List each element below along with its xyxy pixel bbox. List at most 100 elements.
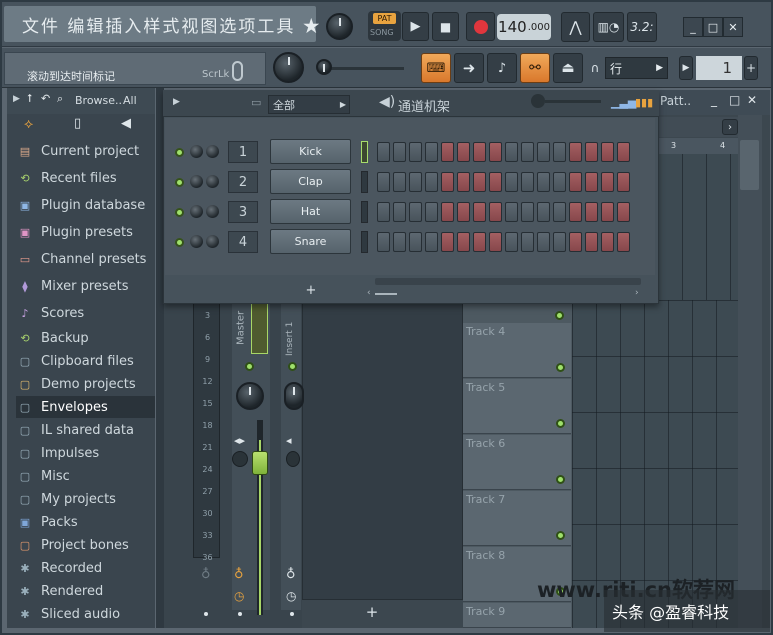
master-pan-knob[interactable]	[236, 382, 264, 410]
playlist-track-header[interactable]: Track 9	[463, 603, 571, 628]
loop-record-button[interactable]: ⚯	[520, 53, 550, 83]
step-button[interactable]	[473, 202, 486, 222]
browser-item-plugin-presets[interactable]: ▣ Plugin presets	[16, 221, 155, 243]
browser-item-clipboard-files[interactable]: ▢ Clipboard files	[16, 350, 155, 372]
step-button[interactable]	[393, 142, 406, 162]
graph-icon[interactable]: ▁▃▅	[611, 96, 636, 109]
insert-route-dot[interactable]	[290, 612, 294, 616]
playlist-scroll-right[interactable]: ›	[722, 119, 738, 135]
step-button[interactable]	[441, 172, 454, 192]
clock-icon[interactable]: ◷	[234, 589, 244, 603]
channel-mixer-track[interactable]: 4	[228, 231, 258, 253]
browser-item-backup[interactable]: ⟲ Backup	[16, 327, 155, 349]
step-button[interactable]	[505, 172, 518, 192]
step-button[interactable]	[489, 172, 502, 192]
channel-mute-led[interactable]	[175, 238, 184, 247]
master-active-led[interactable]	[245, 362, 254, 371]
browser-item-misc[interactable]: ▢ Misc	[16, 465, 155, 487]
channel-pan-knob[interactable]	[190, 175, 203, 188]
step-button[interactable]	[537, 172, 550, 192]
swing-knob[interactable]	[531, 94, 545, 108]
channel-select-indicator[interactable]	[361, 141, 368, 163]
step-button[interactable]	[601, 142, 614, 162]
insert-clock-icon[interactable]: ◷	[286, 589, 296, 603]
step-button[interactable]	[425, 142, 438, 162]
arrow-up-icon[interactable]: ⭡	[27, 92, 32, 106]
step-button[interactable]	[377, 202, 390, 222]
browser-item-project-bones[interactable]: ▢ Project bones	[16, 534, 155, 556]
step-button[interactable]	[409, 172, 422, 192]
channel-mute-led[interactable]	[175, 208, 184, 217]
step-button[interactable]	[585, 202, 598, 222]
step-button[interactable]	[569, 172, 582, 192]
step-button[interactable]	[505, 202, 518, 222]
browser-item-rendered[interactable]: ✱ Rendered	[16, 580, 155, 602]
step-button[interactable]	[457, 172, 470, 192]
typing-keyboard-button[interactable]: ⌨	[421, 53, 451, 83]
step-button[interactable]	[521, 232, 534, 252]
step-button[interactable]	[585, 172, 598, 192]
master-pitch-knob[interactable]	[273, 52, 304, 83]
browser-item-mixer-presets[interactable]: ⧫ Mixer presets	[16, 275, 155, 297]
scroll-lock-label[interactable]: ScrLk	[202, 69, 229, 80]
channel-mute-led[interactable]	[175, 178, 184, 187]
step-button[interactable]	[537, 202, 550, 222]
master-stereo-knob[interactable]	[232, 451, 248, 467]
step-button[interactable]	[537, 232, 550, 252]
play-button[interactable]: ▶	[402, 12, 429, 41]
browser-item-impulses[interactable]: ▢ Impulses	[16, 442, 155, 464]
route-dot[interactable]	[238, 612, 242, 616]
cpu-meter[interactable]: ▥◔	[593, 12, 624, 42]
step-button[interactable]	[617, 232, 630, 252]
step-button[interactable]	[617, 142, 630, 162]
metronome-button[interactable]: ⋀	[561, 12, 590, 42]
channel-mixer-track[interactable]: 3	[228, 201, 258, 223]
step-button[interactable]	[521, 142, 534, 162]
master-fader-handle[interactable]	[252, 451, 268, 475]
rack-scroll-thumb[interactable]	[375, 293, 397, 295]
stereo-icon[interactable]: ◂▸	[234, 434, 245, 447]
close-icon[interactable]: ✕	[747, 93, 757, 107]
playlist-track-header[interactable]: Track 4	[463, 323, 571, 378]
browser-item-demo-projects[interactable]: ▢ Demo projects	[16, 373, 155, 395]
undo-icon[interactable]: ↶	[41, 92, 50, 105]
insert-microphone-icon[interactable]: ♁	[286, 567, 296, 582]
step-view-icon[interactable]: ▮▮▮	[635, 96, 653, 109]
browser-item-scores[interactable]: ♪ Scores	[16, 302, 155, 324]
channel-select-indicator[interactable]	[361, 201, 368, 223]
channel-name-button[interactable]: Hat	[270, 199, 351, 224]
step-button[interactable]	[601, 172, 614, 192]
step-button[interactable]	[409, 202, 422, 222]
step-button[interactable]	[473, 232, 486, 252]
browser-item-il-shared-data[interactable]: ▢ IL shared data	[16, 419, 155, 441]
close-button[interactable]: ✕	[723, 17, 743, 37]
browser-snap-icon[interactable]: ⟡	[24, 116, 33, 132]
channel-mixer-track[interactable]: 2	[228, 171, 258, 193]
add-channel-button[interactable]: +	[301, 282, 321, 298]
step-button[interactable]	[569, 202, 582, 222]
maximize-icon[interactable]: □	[729, 93, 740, 107]
scroll-right-icon[interactable]: ›	[635, 288, 639, 298]
step-button[interactable]	[569, 232, 582, 252]
step-button[interactable]	[489, 232, 502, 252]
playlist-scroll-thumb[interactable]	[740, 140, 759, 190]
multilink-button[interactable]: ⏏	[553, 53, 583, 83]
step-button[interactable]	[617, 172, 630, 192]
channel-mixer-track[interactable]: 1	[228, 141, 258, 163]
insert-active-led[interactable]	[288, 362, 297, 371]
step-button[interactable]	[601, 202, 614, 222]
playlist-scrollbar[interactable]	[738, 115, 762, 628]
browser-item-sliced-audio[interactable]: ✱ Sliced audio	[16, 603, 155, 625]
browser-item-packs[interactable]: ▣ Packs	[16, 511, 155, 533]
channel-filter-dropdown[interactable]: 全部 ▶	[268, 95, 350, 114]
step-button[interactable]	[553, 232, 566, 252]
browser-filter[interactable]: All	[123, 94, 137, 107]
channel-select-indicator[interactable]	[361, 171, 368, 193]
minimize-icon[interactable]: _	[711, 93, 717, 107]
slider-handle[interactable]	[316, 59, 332, 75]
blend-notes-button[interactable]: ♪	[487, 53, 517, 83]
browser-item-envelopes[interactable]: ▢ Envelopes	[16, 396, 155, 418]
maximize-button[interactable]: □	[703, 17, 723, 37]
browser-item-recorded[interactable]: ✱ Recorded	[16, 557, 155, 579]
step-button[interactable]	[585, 142, 598, 162]
